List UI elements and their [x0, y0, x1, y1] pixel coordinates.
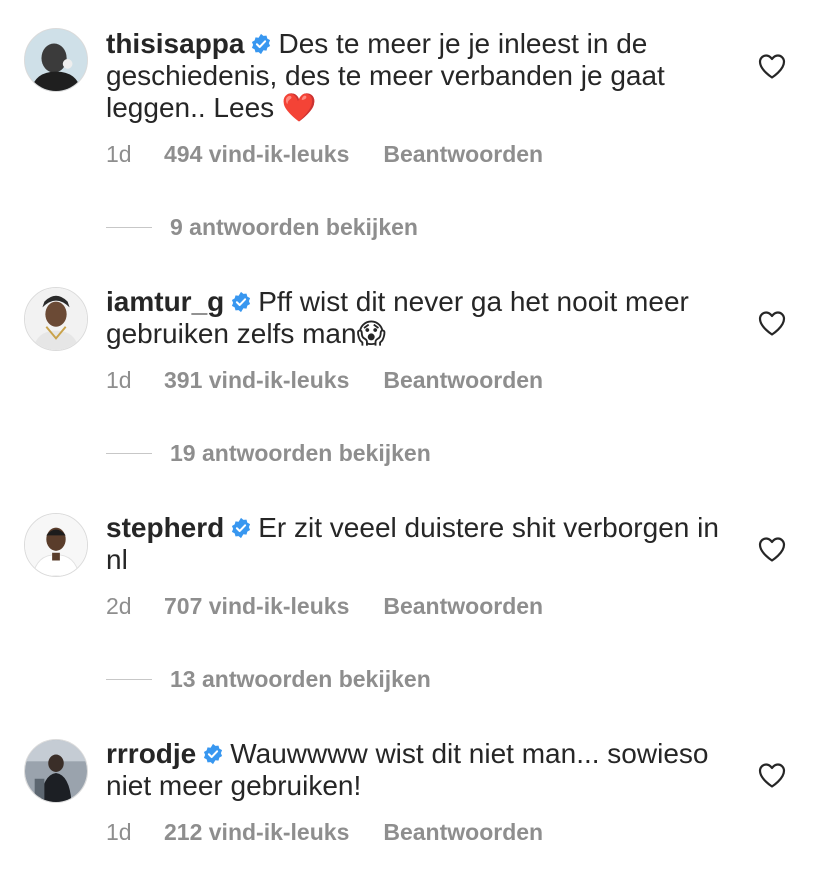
like-heart-icon[interactable] [758, 762, 786, 788]
view-replies-button[interactable]: 13 antwoorden bekijken [106, 666, 431, 693]
comment-meta: 2d 707 vind-ik-leuks Beantwoorden [106, 593, 543, 620]
avatar[interactable] [24, 287, 88, 351]
comment-body: thisisappa Des te meer je je inleest in d… [106, 28, 736, 124]
like-heart-icon[interactable] [758, 310, 786, 336]
comment-text: Wauwwww wist dit niet man... sowieso nie… [106, 738, 709, 801]
comment-meta: 1d 212 vind-ik-leuks Beantwoorden [106, 819, 543, 846]
comment-likes[interactable]: 391 vind-ik-leuks [164, 367, 349, 394]
comment-meta: 1d 494 vind-ik-leuks Beantwoorden [106, 141, 543, 168]
avatar-image [25, 29, 87, 91]
scream-emoji: 😱 [356, 317, 386, 350]
comment-body: stepherd Er zit veeel duistere shit verbo… [106, 512, 736, 576]
reply-button[interactable]: Beantwoorden [383, 367, 543, 394]
avatar[interactable] [24, 739, 88, 803]
comment-likes[interactable]: 707 vind-ik-leuks [164, 593, 349, 620]
comment-meta: 1d 391 vind-ik-leuks Beantwoorden [106, 367, 543, 394]
verified-badge-icon [202, 743, 224, 765]
divider-line [106, 453, 152, 454]
heart-emoji: ❤️ [281, 91, 317, 124]
comment-timestamp: 1d [106, 819, 132, 845]
like-heart-icon[interactable] [758, 53, 786, 79]
avatar[interactable] [24, 28, 88, 92]
avatar-image [25, 740, 87, 802]
like-heart-icon[interactable] [758, 536, 786, 562]
comment-likes[interactable]: 212 vind-ik-leuks [164, 819, 349, 846]
verified-badge-icon [230, 517, 252, 539]
comment-likes[interactable]: 494 vind-ik-leuks [164, 141, 349, 168]
verified-badge-icon [250, 33, 272, 55]
comment-body: iamtur_g Pff wist dit never ga het nooit … [106, 286, 736, 350]
divider-line [106, 227, 152, 228]
comment-timestamp: 1d [106, 367, 132, 393]
avatar-image [25, 288, 87, 350]
avatar[interactable] [24, 513, 88, 577]
view-replies-button[interactable]: 9 antwoorden bekijken [106, 214, 418, 241]
comment-username[interactable]: stepherd [106, 512, 224, 543]
view-replies-label: 13 antwoorden bekijken [170, 666, 431, 692]
divider-line [106, 679, 152, 680]
view-replies-button[interactable]: 19 antwoorden bekijken [106, 440, 431, 467]
view-replies-label: 9 antwoorden bekijken [170, 214, 418, 240]
verified-badge-icon [230, 291, 252, 313]
reply-button[interactable]: Beantwoorden [383, 593, 543, 620]
reply-button[interactable]: Beantwoorden [383, 819, 543, 846]
comment-username[interactable]: thisisappa [106, 28, 244, 59]
comment-username[interactable]: iamtur_g [106, 286, 224, 317]
comment-timestamp: 1d [106, 141, 132, 167]
comment-body: rrrodje Wauwwww wist dit niet man... sowi… [106, 738, 736, 802]
avatar-image [25, 514, 87, 576]
reply-button[interactable]: Beantwoorden [383, 141, 543, 168]
view-replies-label: 19 antwoorden bekijken [170, 440, 431, 466]
comment-username[interactable]: rrrodje [106, 738, 196, 769]
comment-timestamp: 2d [106, 593, 132, 619]
